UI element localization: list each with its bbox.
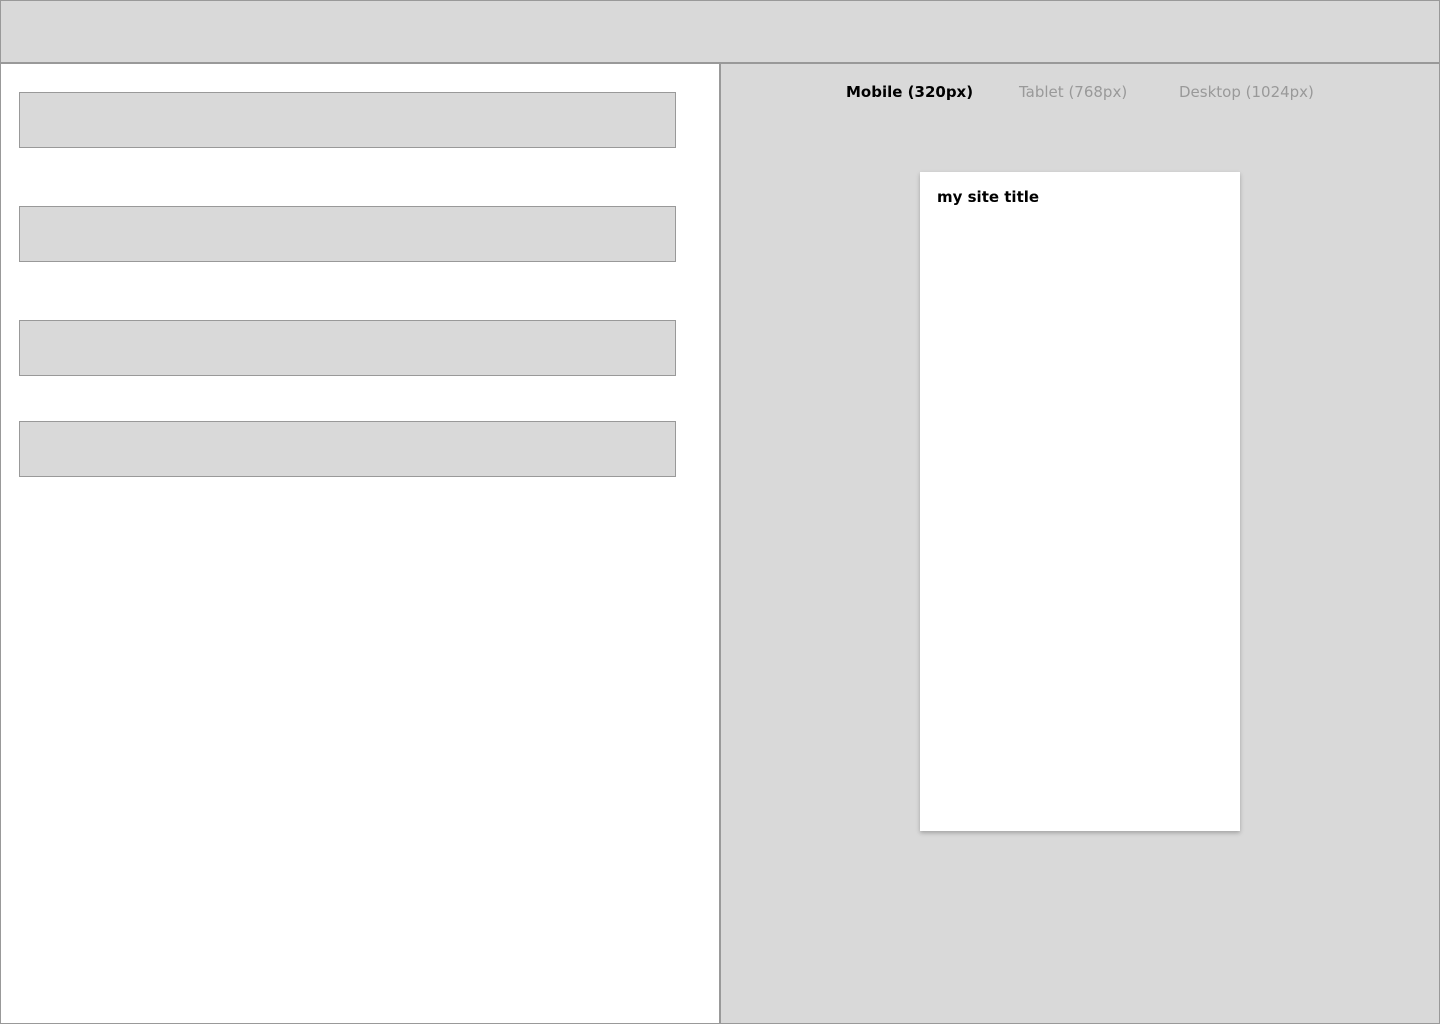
editor-field-4[interactable] xyxy=(19,421,676,477)
editor-panel xyxy=(0,64,721,1024)
viewport-tabs: Mobile (320px) Tablet (768px) Desktop (1… xyxy=(721,81,1439,103)
editor-field-3[interactable] xyxy=(19,320,676,376)
tab-mobile[interactable]: Mobile (320px) xyxy=(846,81,973,103)
site-title: my site title xyxy=(937,188,1040,206)
editor-field-2[interactable] xyxy=(19,206,676,262)
tab-tablet[interactable]: Tablet (768px) xyxy=(1019,81,1127,103)
editor-field-1[interactable] xyxy=(19,92,676,148)
top-toolbar xyxy=(0,0,1440,64)
tab-desktop[interactable]: Desktop (1024px) xyxy=(1179,81,1314,103)
preview-panel: Mobile (320px) Tablet (768px) Desktop (1… xyxy=(721,64,1440,1024)
mobile-preview-frame: my site title xyxy=(920,172,1240,831)
app-window: Mobile (320px) Tablet (768px) Desktop (1… xyxy=(0,0,1440,1024)
